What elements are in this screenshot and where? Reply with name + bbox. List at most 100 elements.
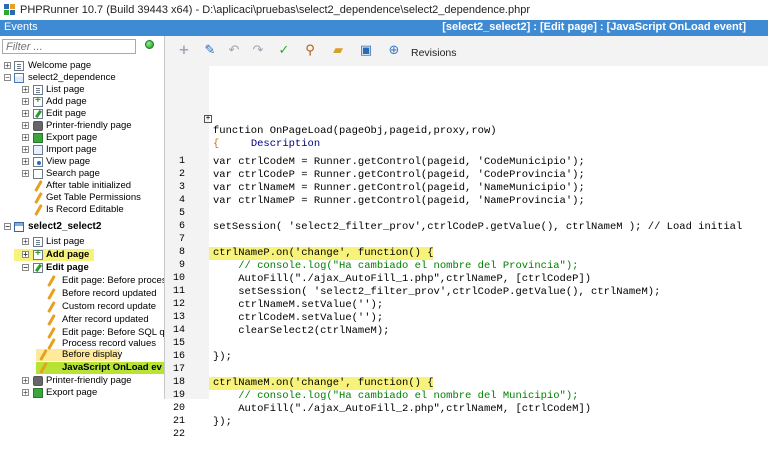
tree-item-add-page[interactable]: + Add page [0,95,164,108]
window-title: PHPRunner 10.7 (Build 39443 x64) - D:\ap… [20,4,531,16]
tree-item-after-table-initialized[interactable]: After table initialized [0,180,164,192]
code-line: AutoFill("./ajax_AutoFill_2.php",ctrlNam… [213,403,592,415]
line-number: 21 [172,416,185,427]
expand-icon[interactable]: + [22,251,29,259]
line-number: 15 [172,338,185,349]
plus-icon[interactable]: + [177,44,191,58]
revisions-icon[interactable]: ⊕ [387,44,401,58]
event-bolt-icon [46,328,56,338]
description-node[interactable]: + Description [204,112,320,150]
pencil-icon[interactable]: ✎ [203,44,217,58]
code-line: var ctrlCodeM = Runner.getControl(pageid… [213,156,585,168]
collapse-icon[interactable]: − [4,74,11,82]
line-number: 2 [178,169,185,180]
expand-icon[interactable]: + [22,86,29,94]
expand-icon[interactable]: + [22,389,29,397]
check-icon[interactable]: ✓ [277,44,291,58]
expand-icon[interactable]: + [22,110,29,118]
code-text-area[interactable]: + Description function OnPageLoad(pageOb… [204,66,768,428]
list-page-icon [33,237,43,247]
tree-item-before-record-updated[interactable]: Before record updated [0,288,164,300]
add-page-icon [33,95,43,107]
tree-item-select2-select2[interactable]: − select2_select2 [0,221,164,233]
event-bolt-icon [38,363,48,373]
tree-item-javascript-onload-event[interactable]: JavaScript OnLoad ev [0,362,164,374]
tree-item-export-page[interactable]: + Export page [0,387,164,399]
expand-icon[interactable]: + [22,170,29,178]
collapse-icon[interactable]: − [4,223,11,231]
tree-item-list-page[interactable]: + List page [0,236,164,248]
tree-item-printer-friendly-page[interactable]: + Printer-friendly page [0,120,164,132]
line-number: 14 [172,325,185,336]
tree-item-custom-record-update[interactable]: Custom record update [0,301,164,313]
tree-item-get-table-permissions[interactable]: Get Table Permissions [0,192,164,204]
line-number: 22 [172,429,185,440]
tree-item-before-display[interactable]: Before display [0,349,164,361]
expand-icon[interactable]: + [22,158,29,166]
tree-item-view-page[interactable]: + View page [0,156,164,168]
expand-icon[interactable]: + [22,238,29,246]
event-bolt-icon [46,276,56,286]
printer-icon [33,376,43,386]
event-bolt-icon [46,302,56,312]
expand-icon[interactable]: + [4,62,11,70]
printer-icon [33,121,43,131]
event-bolt-icon [33,205,43,215]
code-line: function OnPageLoad(pageObj,pageid,proxy… [213,125,497,137]
redo-icon[interactable]: ↷ [251,44,265,58]
view-page-icon [33,157,43,167]
code-line: }); [213,351,232,363]
export-icon [33,133,43,143]
line-number: 17 [172,364,185,375]
tree-item-is-record-editable[interactable]: Is Record Editable [0,204,164,216]
revisions-button[interactable]: Revisions [411,47,457,59]
event-context-path: [select2_select2] : [Edit page] : [JavaS… [442,21,746,33]
events-tree-panel[interactable]: + Welcome page − select2_dependence + Li… [0,36,165,399]
filter-input[interactable] [2,39,136,54]
tree-item-printer-friendly-page[interactable]: + Printer-friendly page [0,375,164,387]
line-number: 7 [178,234,185,245]
magnifier-icon[interactable]: ⚲ [303,44,317,58]
line-number: 1 [178,156,185,167]
expand-icon[interactable]: + [22,98,29,106]
undo-icon[interactable]: ↶ [227,44,241,58]
tree-item-edit-page[interactable]: + Edit page [0,108,164,120]
table-icon [14,73,24,83]
filter-status-icon[interactable] [145,40,154,49]
tree-item-select2-dependence[interactable]: − select2_dependence [0,72,164,84]
expand-icon[interactable]: + [22,134,29,142]
code-line: ctrlNameM.setValue(''); [213,299,384,311]
line-number: 12 [172,299,185,310]
line-number: 9 [178,260,185,271]
collapse-icon[interactable]: − [22,264,29,272]
expand-icon[interactable]: + [22,122,29,130]
tree-item-export-page[interactable]: + Export page [0,132,164,144]
expand-icon[interactable]: + [22,146,29,154]
tree-item-add-page[interactable]: + Add page [0,248,164,261]
edit-page-icon [33,109,43,119]
tree-item-welcome-page[interactable]: + Welcome page [0,60,164,72]
code-line: ctrlNameP.on('change', function() { [213,247,434,259]
description-label: Description [250,138,321,150]
import-icon [33,145,43,155]
tree-item-search-page[interactable]: + Search page [0,168,164,180]
tree-item-edit-page[interactable]: − Edit page [0,262,164,274]
tree-item-list-page[interactable]: + List page [0,84,164,96]
event-bolt-icon [46,289,56,299]
tree-item-import-page[interactable]: + Import page [0,144,164,156]
line-number: 16 [172,351,185,362]
phprunner-logo-icon [4,4,16,16]
page-icon [14,61,24,71]
line-number: 18 [172,377,185,388]
folder-icon[interactable]: ▰ [331,44,345,58]
code-line: ctrlCodeM.setValue(''); [213,312,384,324]
event-bolt-icon [33,181,43,191]
tree-item-edit-before-process[interactable]: Edit page: Before proces [0,275,164,287]
image-icon[interactable]: ▣ [359,44,373,58]
expand-icon[interactable]: + [22,377,29,385]
add-page-icon [33,248,43,260]
code-line: setSession( 'select2_filter_prov',ctrlCo… [213,221,743,233]
expand-icon[interactable]: + [204,115,212,123]
events-label: Events [4,21,38,33]
tree-item-after-record-updated[interactable]: After record updated [0,314,164,326]
